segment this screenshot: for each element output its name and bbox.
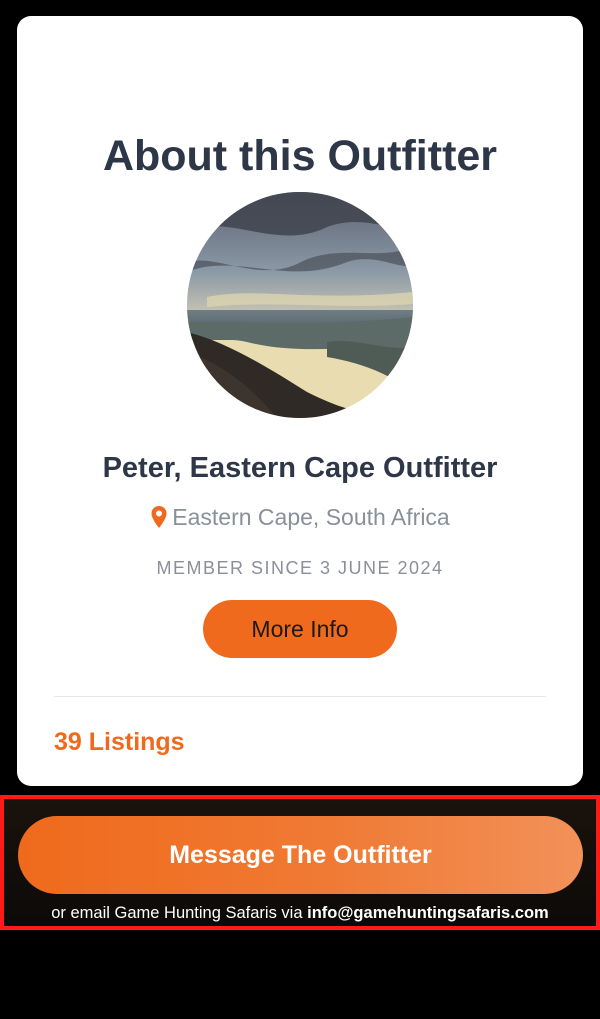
divider	[54, 696, 546, 697]
section-title: About this Outfitter	[102, 132, 498, 180]
outfitter-avatar	[187, 192, 413, 418]
map-pin-icon	[150, 505, 168, 529]
member-since: MEMBER SINCE 3 JUNE 2024	[156, 558, 444, 578]
outfitter-location: Eastern Cape, South Africa	[17, 502, 583, 532]
landscape-photo	[187, 192, 413, 418]
email-note: or email Game Hunting Safaris via info@g…	[4, 902, 596, 924]
email-link[interactable]: info@gamehuntingsafaris.com	[307, 904, 549, 922]
email-note-prefix: or email Game Hunting Safaris via	[51, 904, 308, 922]
outfitter-name: Peter, Eastern Cape Outfitter	[102, 452, 498, 484]
location-text: Eastern Cape, South Africa	[172, 504, 450, 530]
listings-link[interactable]: 39 Listings	[54, 726, 185, 758]
message-outfitter-button[interactable]: Message The Outfitter	[18, 816, 583, 894]
more-info-button[interactable]: More Info	[203, 600, 397, 658]
message-cta-section: Message The Outfitter or email Game Hunt…	[0, 795, 600, 930]
outfitter-card: About this Outfitter Peter, Eastern Cape…	[17, 16, 583, 786]
